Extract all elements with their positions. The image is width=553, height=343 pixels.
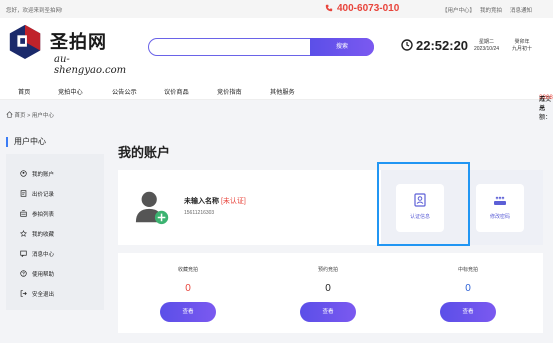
hotline-number: 400-6073-010: [337, 3, 400, 14]
logo-chinese-text: 圣拍网: [50, 32, 107, 53]
main-nav: 首页 竞拍中心 公告公示 议价商品 竞价指南 其他服务 成交总额：3268900…: [0, 80, 553, 121]
view-won-button[interactable]: 查看: [440, 302, 496, 322]
date-block: 星期二 2023/10/24: [474, 39, 499, 53]
home-icon: [6, 111, 13, 118]
breadcrumb-separator: >: [27, 113, 31, 119]
sidebar-item-label: 安全退出: [32, 292, 55, 298]
clock: 22:52:20: [401, 38, 468, 53]
nav-bidding-guide[interactable]: 竞价指南: [217, 87, 242, 96]
stat-value: 0: [185, 283, 191, 294]
sidebar-item-favorites[interactable]: 我的收藏: [20, 230, 54, 238]
change-password-label: 修改密码: [489, 214, 510, 220]
message-icon: [20, 250, 27, 257]
phone-icon: [325, 5, 333, 12]
nav-announcements[interactable]: 公告公示: [112, 87, 137, 96]
avatar: [135, 191, 169, 225]
view-reserved-button[interactable]: 查看: [300, 302, 356, 322]
my-bids-link[interactable]: 我的竞拍: [480, 6, 502, 14]
nav-home[interactable]: 首页: [18, 87, 30, 96]
stat-label: 中标竞拍: [457, 267, 478, 273]
sidebar-title: 用户中心: [6, 137, 46, 147]
stat-label: 收藏竞拍: [177, 267, 198, 273]
hotline: 400-6073-010: [325, 3, 399, 14]
sidebar-item-label: 出价记录: [32, 192, 55, 198]
bid-record-icon: [20, 190, 27, 197]
site-logo[interactable]: 圣拍网 au-shengyao.com: [6, 22, 126, 76]
sidebar-menu: 我的账户 出价记录 参拍列表 我的收藏 消息中心 使用帮助 安全退出: [6, 154, 104, 310]
date: 2023/10/24: [474, 46, 500, 52]
sidebar-item-help[interactable]: 使用帮助: [20, 270, 54, 278]
sidebar-item-bid-records[interactable]: 出价记录: [20, 190, 54, 198]
breadcrumb-current: 用户中心: [31, 113, 54, 119]
clock-icon: [401, 39, 413, 51]
search-button[interactable]: 搜索: [310, 38, 374, 56]
help-icon: [20, 270, 27, 277]
stat-value: 0: [465, 283, 471, 294]
user-phone: 15611216303: [184, 210, 215, 216]
logo-domain-text: au-shengyao.com: [54, 54, 127, 76]
sidebar-item-messages[interactable]: 消息中心: [20, 250, 54, 258]
sidebar-item-label: 使用帮助: [32, 272, 55, 278]
auction-list-icon: [20, 210, 27, 217]
account-icon: [20, 170, 27, 177]
top-bar: 您好，欢迎来到圣拍网! 400-6073-010 【用户中心】 我的竞拍 消息通…: [0, 0, 553, 18]
sidebar-item-label: 参拍列表: [32, 212, 55, 218]
verification-status-badge[interactable]: [未认证]: [221, 198, 246, 205]
sidebar-item-label: 我的收藏: [32, 232, 55, 238]
notifications-link[interactable]: 消息通知: [510, 6, 532, 14]
user-center-link[interactable]: 【用户中心】: [442, 6, 475, 14]
password-icon: [494, 196, 506, 205]
sidebar: 用户中心 我的账户 出价记录 参拍列表 我的收藏 消息中心 使用帮助 安全退出: [6, 130, 104, 310]
stats-panel: 收藏竞拍 0 查看 预约竞拍 0 查看 中标竞拍 0 查看: [118, 253, 543, 333]
sidebar-item-auction-list[interactable]: 参拍列表: [20, 210, 54, 218]
stat-value: 0: [325, 283, 331, 294]
search-bar: 搜索: [148, 38, 374, 56]
username: 未输入名称 [未认证]: [184, 196, 246, 206]
view-favorites-button[interactable]: 查看: [160, 302, 216, 322]
lunar-day: 九月初十: [512, 46, 533, 52]
search-input[interactable]: [157, 41, 307, 53]
nav-other-services[interactable]: 其他服务: [270, 87, 295, 96]
sidebar-item-my-account[interactable]: 我的账户: [20, 170, 54, 178]
logout-icon: [20, 290, 27, 297]
clock-time: 22:52:20: [416, 38, 469, 53]
breadcrumb-home[interactable]: 首页: [15, 113, 26, 119]
account-card: 未输入名称 [未认证] 15611216303 认证信息 修改密码: [118, 170, 543, 245]
lunar-year: 癸卯年: [514, 39, 530, 45]
nav-negotiable-goods[interactable]: 议价商品: [164, 87, 189, 96]
welcome-text: 您好，欢迎来到圣拍网!: [6, 8, 63, 14]
sidebar-item-logout[interactable]: 安全退出: [20, 290, 54, 298]
sidebar-item-label: 消息中心: [32, 252, 55, 258]
logo-mark-icon: [9, 24, 41, 60]
page-title: 我的账户: [118, 145, 171, 160]
breadcrumb: 首页 > 用户中心: [6, 111, 54, 119]
total-unit: 万元: [539, 96, 546, 112]
lunar-date-block: 癸卯年 九月初十: [512, 39, 532, 53]
sidebar-item-label: 我的账户: [32, 172, 55, 178]
highlight-box: [377, 162, 470, 246]
nav-auction-center[interactable]: 竞拍中心: [58, 87, 83, 96]
change-password-button[interactable]: 修改密码: [476, 184, 524, 232]
stat-label: 预约竞拍: [317, 267, 338, 273]
username-text: 未输入名称: [184, 198, 219, 205]
weekday: 星期二: [479, 39, 495, 45]
star-icon: [20, 230, 27, 237]
